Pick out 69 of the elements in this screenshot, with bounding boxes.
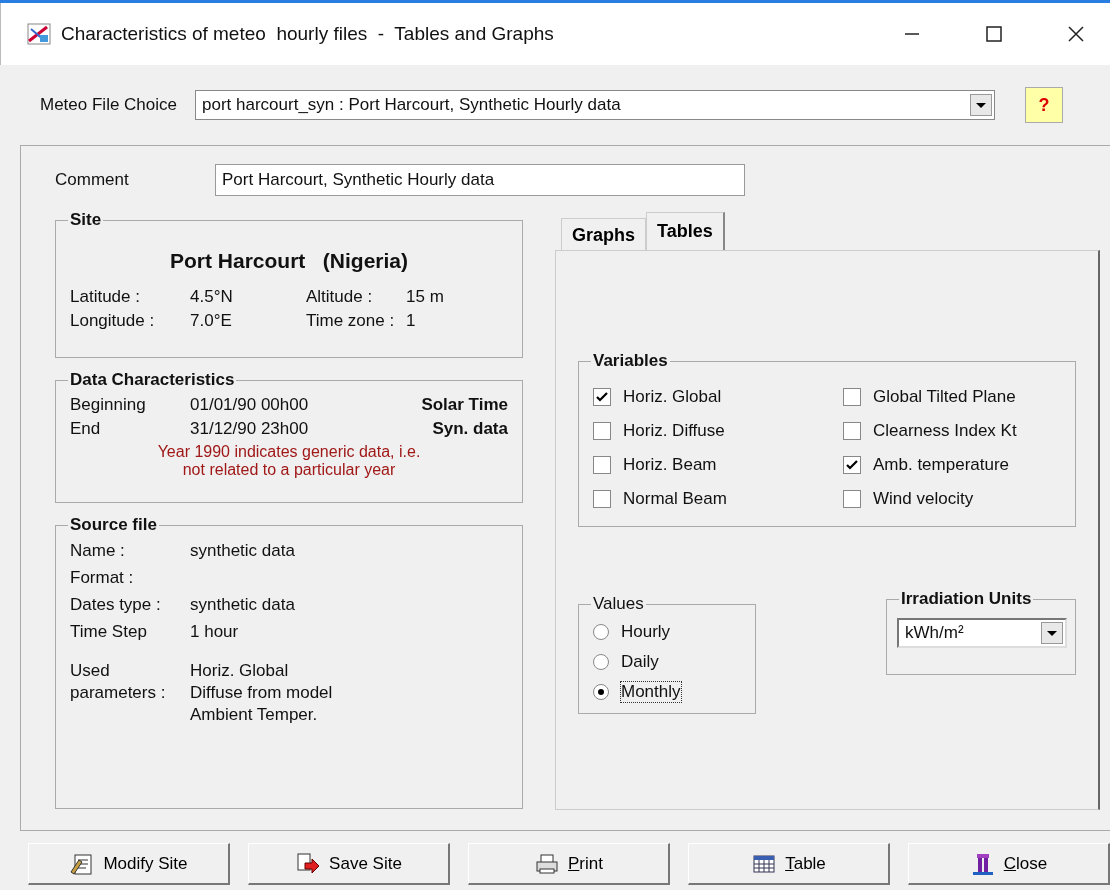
tab[interactable]: Graphs xyxy=(561,218,647,250)
checkbox-label[interactable]: Wind velocity xyxy=(873,489,974,509)
site-name: Port Harcourt (Nigeria) xyxy=(168,249,409,273)
field-label: End xyxy=(70,419,102,439)
field-label: Altitude : xyxy=(306,287,374,307)
field-value: Horiz. Global xyxy=(190,660,290,682)
printer-icon xyxy=(534,851,560,876)
checkbox-label[interactable]: Horiz. Diffuse xyxy=(623,421,725,441)
radio-label[interactable]: Daily xyxy=(621,652,659,672)
checkbox[interactable] xyxy=(593,456,611,474)
save-button[interactable]: Save Site xyxy=(248,843,450,885)
help-button[interactable]: ? xyxy=(1025,87,1063,123)
warning-text: Year 1990 indicates generic data, i.e. xyxy=(157,443,421,461)
data-note: Solar Time xyxy=(421,395,508,415)
field-value: Ambient Temper. xyxy=(190,704,319,726)
print-button[interactable]: Print xyxy=(468,843,670,885)
maximize-icon[interactable] xyxy=(984,24,1004,44)
checkbox[interactable] xyxy=(843,388,861,406)
warning-text: not related to a particular year xyxy=(182,461,396,479)
modify-button[interactable]: Modify Site xyxy=(28,843,230,885)
window-title: Characteristics of meteo hourly files - Tables and Graphs xyxy=(61,23,554,45)
radio-button[interactable] xyxy=(593,624,609,640)
data-note: Syn. data xyxy=(432,419,508,439)
table-button[interactable]: Table xyxy=(688,843,890,885)
field-value: synthetic data xyxy=(190,540,295,562)
radio-label[interactable]: Monthly xyxy=(621,682,681,702)
field-value: 31/12/90 23h00 xyxy=(190,419,310,439)
document-arrow-icon xyxy=(295,851,322,876)
field-value: synthetic data xyxy=(190,594,295,616)
field-value: 1 xyxy=(406,311,417,331)
checkbox-label[interactable]: Amb. temperature xyxy=(873,455,1010,475)
field-label: Latitude : xyxy=(70,287,141,307)
checkbox-label[interactable]: Horiz. Beam xyxy=(623,455,717,475)
checkbox-label[interactable]: Horiz. Global xyxy=(623,387,722,407)
field-label: Format : xyxy=(70,567,135,589)
app-icon xyxy=(27,23,51,45)
field-value: 7.0°E xyxy=(190,311,233,331)
checkbox[interactable] xyxy=(843,422,861,440)
checkbox[interactable] xyxy=(593,490,611,508)
field-label: Dates type : xyxy=(70,594,162,616)
checkbox-label[interactable]: Clearness Index Kt xyxy=(873,421,1017,441)
checkbox[interactable] xyxy=(843,456,861,474)
tab[interactable]: Tables xyxy=(646,212,725,250)
comment-field[interactable]: Port Harcourt, Synthetic Hourly data xyxy=(215,164,745,196)
comment-label: Comment xyxy=(55,170,130,190)
close-icon[interactable] xyxy=(1066,24,1086,44)
radio-button[interactable] xyxy=(593,684,609,700)
field-value: Diffuse from model xyxy=(190,682,333,704)
field-label: Beginning xyxy=(70,395,147,415)
field-label: Time Step xyxy=(70,621,148,643)
checkbox[interactable] xyxy=(843,490,861,508)
close-button[interactable]: Close xyxy=(908,843,1110,885)
radio-button[interactable] xyxy=(593,654,609,670)
field-value: 15 m xyxy=(406,287,445,307)
field-label: Used parameters : xyxy=(70,660,167,704)
field-value: 01/01/90 00h00 xyxy=(190,395,310,415)
field-label: Longitude : xyxy=(70,311,156,331)
field-label: Time zone : xyxy=(306,311,396,331)
radio-label[interactable]: Hourly xyxy=(621,622,671,642)
checkbox[interactable] xyxy=(593,422,611,440)
field-value: 1 hour xyxy=(190,621,239,643)
checkbox-label[interactable]: Global Tilted Plane xyxy=(873,387,1016,407)
checkbox[interactable] xyxy=(593,388,611,406)
field-value: 4.5°N xyxy=(190,287,234,307)
meteo-file-label: Meteo File Choice xyxy=(40,95,177,115)
checkbox-label[interactable]: Normal Beam xyxy=(623,489,727,509)
field-label: Name : xyxy=(70,540,126,562)
units-dropdown[interactable]: kWh/m² xyxy=(897,618,1067,648)
meteo-file-dropdown[interactable]: port harcourt_syn : Port Harcourt, Synthetic Hourly data xyxy=(195,90,995,120)
